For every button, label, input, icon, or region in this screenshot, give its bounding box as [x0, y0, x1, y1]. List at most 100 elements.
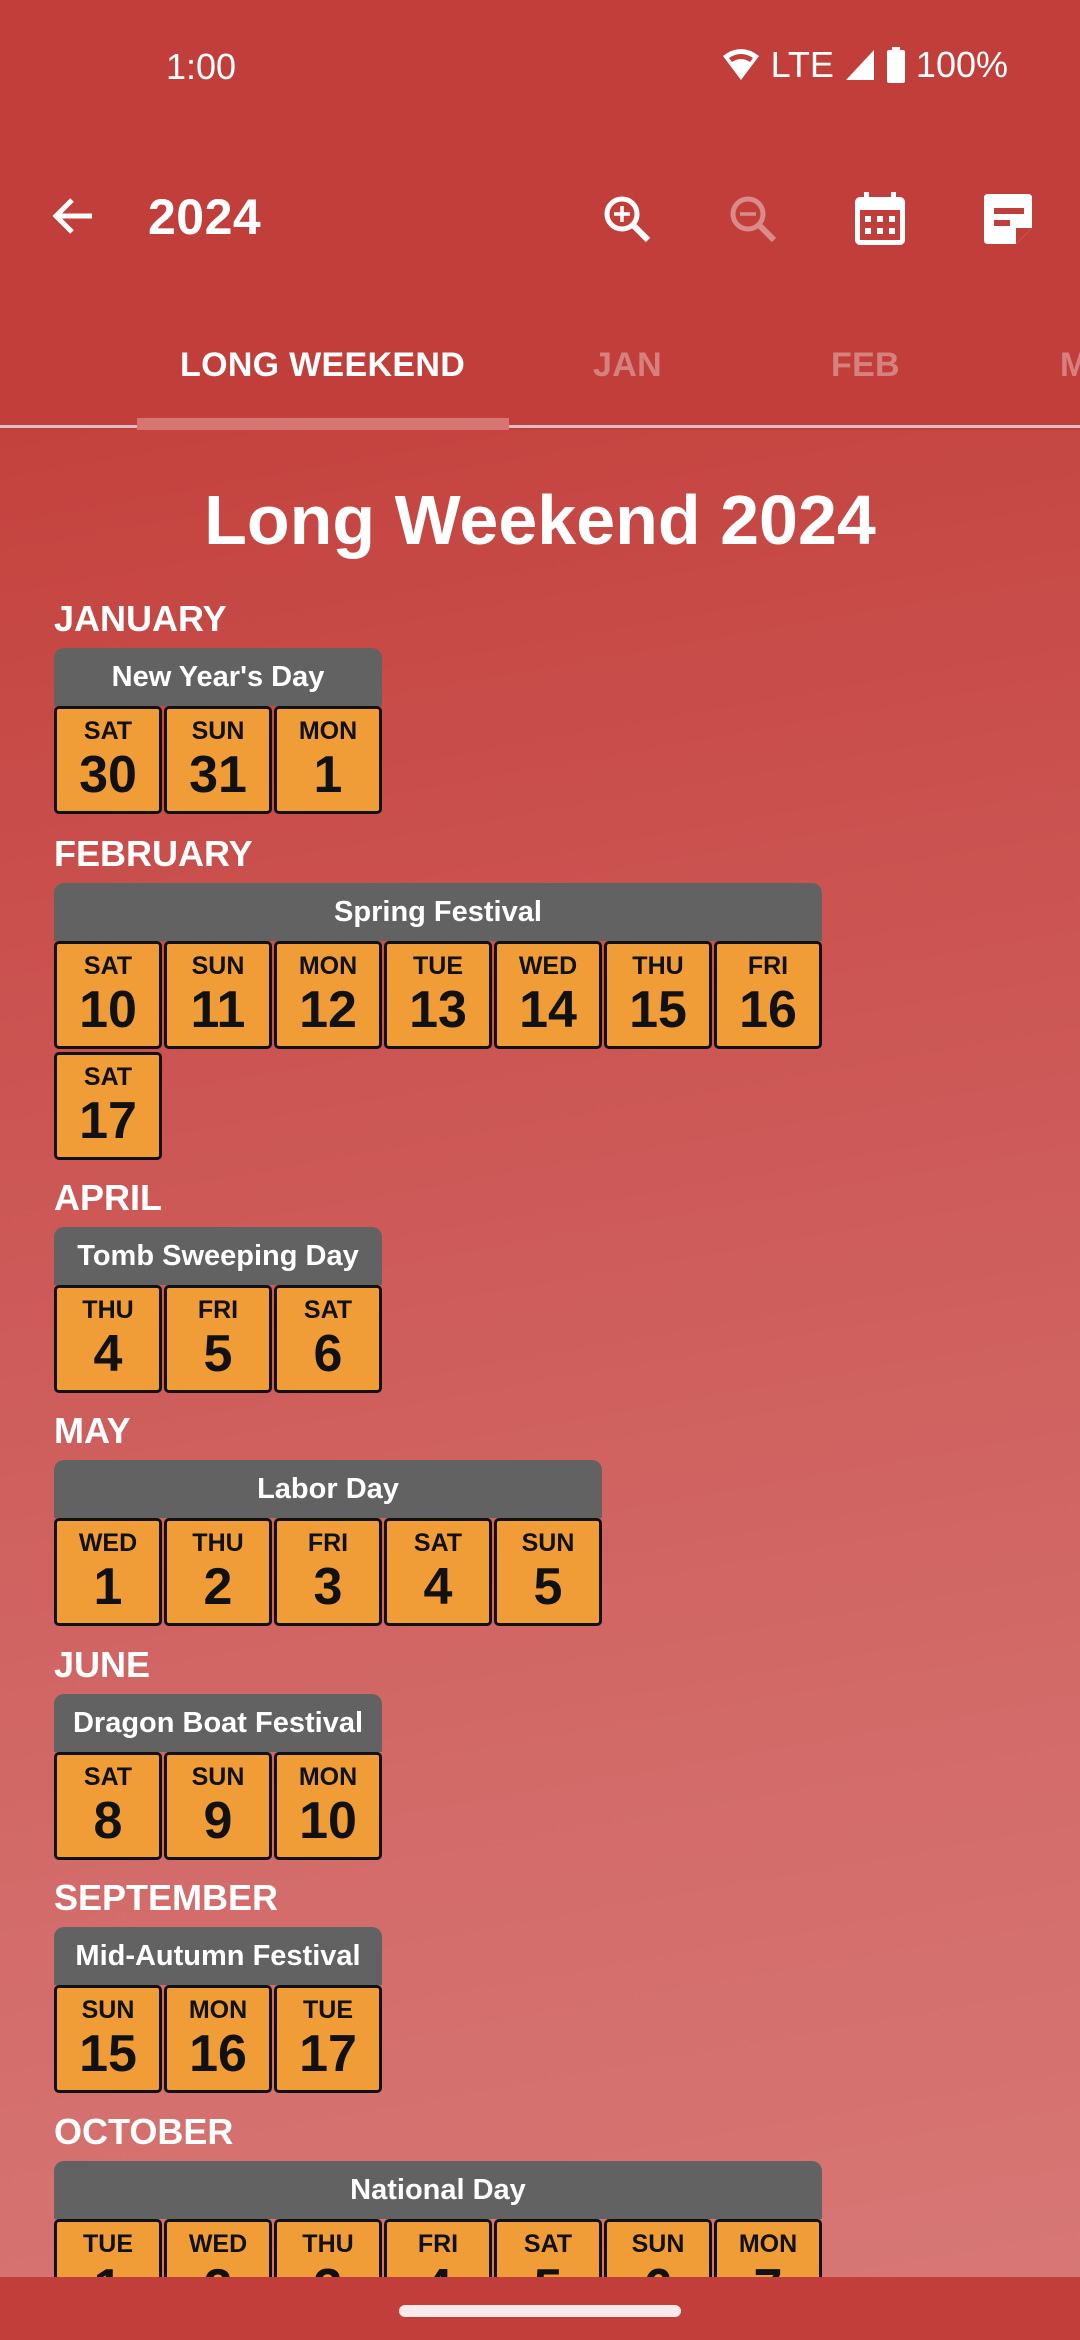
holiday-name: National Day [54, 2161, 822, 2219]
day-weekday: SAT [413, 1529, 463, 1557]
day-tile[interactable]: THU 4 [54, 1285, 162, 1393]
toolbar-title: 2024 [148, 189, 262, 245]
day-tile[interactable]: MON 1 [274, 706, 382, 814]
day-tile[interactable]: SAT 8 [54, 1752, 162, 1860]
tab-long-weekend[interactable]: LONG WEEKEND [180, 346, 465, 385]
day-number: 16 [189, 2025, 247, 2083]
day-weekday: THU [302, 2230, 354, 2258]
day-number: 10 [79, 981, 137, 1039]
holiday-block[interactable]: Labor Day WED 1 THU 2 FRI 3 SAT 4 SUN 5 [54, 1460, 602, 1626]
day-tile[interactable]: MON 12 [274, 941, 382, 1049]
day-number: 2 [203, 1558, 233, 1616]
holiday-block[interactable]: Tomb Sweeping Day THU 4 FRI 5 SAT 6 [54, 1227, 382, 1393]
day-tile[interactable]: SUN 15 [54, 1985, 162, 2093]
status-bar: 1:00 LTE 100% [0, 0, 1080, 140]
day-tile[interactable]: THU 2 [164, 1518, 272, 1626]
day-tile[interactable]: SUN 9 [164, 1752, 272, 1860]
day-tile[interactable]: SAT 17 [54, 1052, 162, 1160]
day-number: 14 [519, 981, 577, 1039]
day-weekday: SAT [303, 1296, 353, 1324]
day-weekday: TUE [303, 1996, 353, 2024]
day-tiles: TUE1WED2THU3FRI4SAT5SUN6MON7 [54, 2219, 822, 2277]
day-tile[interactable]: MON 10 [274, 1752, 382, 1860]
holiday-block[interactable]: Dragon Boat Festival SAT 8 SUN 9 MON 10 [54, 1694, 382, 1860]
holiday-block[interactable]: National DayTUE1WED2THU3FRI4SAT5SUN6MON7 [54, 2161, 822, 2277]
month-label: JANUARY [54, 598, 227, 639]
note-icon[interactable] [980, 192, 1036, 248]
day-tile[interactable]: SUN 31 [164, 706, 272, 814]
day-tile[interactable]: SUN 5 [494, 1518, 602, 1626]
holiday-block[interactable]: New Year's Day SAT 30 SUN 31 MON 1 [54, 648, 382, 814]
wifi-icon [721, 48, 761, 82]
day-tile[interactable]: SAT 30 [54, 706, 162, 814]
day-tile[interactable]: SAT 4 [384, 1518, 492, 1626]
holiday-name: Labor Day [54, 1460, 602, 1518]
day-tile[interactable]: THU 15 [604, 941, 712, 1049]
day-tiles: SUN 15 MON 16 TUE 17 [54, 1985, 382, 2093]
day-tile[interactable]: MON7 [714, 2219, 822, 2277]
day-number: 1 [93, 1558, 123, 1616]
arrow-back-icon[interactable] [48, 190, 100, 242]
day-number: 9 [203, 1792, 233, 1850]
day-number: 15 [629, 981, 687, 1039]
day-tile[interactable]: WED 1 [54, 1518, 162, 1626]
day-tile[interactable]: FRI4 [384, 2219, 492, 2277]
day-tile[interactable]: TUE 13 [384, 941, 492, 1049]
month-label: APRIL [54, 1177, 162, 1218]
tab-feb[interactable]: FEB [831, 346, 900, 385]
day-tile[interactable]: WED 14 [494, 941, 602, 1049]
day-tile[interactable]: SAT 6 [274, 1285, 382, 1393]
day-number: 8 [93, 1792, 123, 1850]
day-weekday: SAT [83, 717, 133, 745]
day-weekday: MON [298, 1763, 358, 1791]
day-tile[interactable]: FRI 5 [164, 1285, 272, 1393]
day-tile[interactable]: SUN6 [604, 2219, 712, 2277]
month-label: OCTOBER [54, 2111, 234, 2152]
tab-jan[interactable]: JAN [593, 346, 662, 385]
day-weekday: MON [298, 952, 358, 980]
calendar-icon[interactable] [852, 192, 908, 248]
battery-level: 100% [915, 44, 1008, 85]
day-weekday: FRI [197, 1296, 239, 1324]
day-weekday: SUN [191, 717, 245, 745]
day-number: 5 [203, 1325, 233, 1383]
app-toolbar: 2024 [0, 140, 1080, 300]
day-tile[interactable]: THU3 [274, 2219, 382, 2277]
day-tile[interactable]: FRI 16 [714, 941, 822, 1049]
day-tile[interactable]: SAT5 [494, 2219, 602, 2277]
day-tile[interactable]: FRI 3 [274, 1518, 382, 1626]
day-tile[interactable]: SUN 11 [164, 941, 272, 1049]
network-type: LTE [770, 44, 834, 85]
day-tile[interactable]: SAT 10 [54, 941, 162, 1049]
day-number: 10 [299, 1792, 357, 1850]
zoom-in-icon[interactable] [600, 192, 656, 248]
day-number: 2 [167, 2259, 269, 2277]
day-tiles: SAT 8 SUN 9 MON 10 [54, 1752, 382, 1860]
day-number: 1 [57, 2259, 159, 2277]
month-label: JUNE [54, 1644, 151, 1685]
holiday-name: New Year's Day [54, 648, 382, 706]
day-weekday: MON [298, 717, 358, 745]
day-weekday: THU [632, 952, 684, 980]
day-tile[interactable]: MON 16 [164, 1985, 272, 2093]
day-tile[interactable]: WED2 [164, 2219, 272, 2277]
home-handle[interactable] [399, 2305, 681, 2317]
day-number: 15 [79, 2025, 137, 2083]
day-number: 12 [299, 981, 357, 1039]
day-number: 30 [79, 746, 137, 804]
day-number: 5 [533, 1558, 563, 1616]
holiday-block[interactable]: Mid-Autumn Festival SUN 15 MON 16 TUE 17 [54, 1927, 382, 2093]
day-tiles: SAT 30 SUN 31 MON 1 [54, 706, 382, 814]
day-weekday: FRI [417, 2230, 459, 2258]
tab-mar[interactable]: M [1060, 346, 1080, 385]
day-tile[interactable]: TUE 17 [274, 1985, 382, 2093]
day-number: 5 [497, 2259, 599, 2277]
holiday-block[interactable]: Spring Festival SAT 10 SUN 11 MON 12 TUE 13 WED 14… [54, 883, 822, 1160]
day-number: 17 [299, 2025, 357, 2083]
day-weekday: MON [738, 2230, 798, 2258]
day-number: 6 [607, 2259, 709, 2277]
zoom-out-icon[interactable] [726, 192, 782, 248]
day-number: 7 [717, 2259, 819, 2277]
day-tile[interactable]: TUE1 [54, 2219, 162, 2277]
long-weekend-list[interactable]: Long Weekend 2024 JANUARY New Year's Day S… [0, 430, 1080, 2277]
